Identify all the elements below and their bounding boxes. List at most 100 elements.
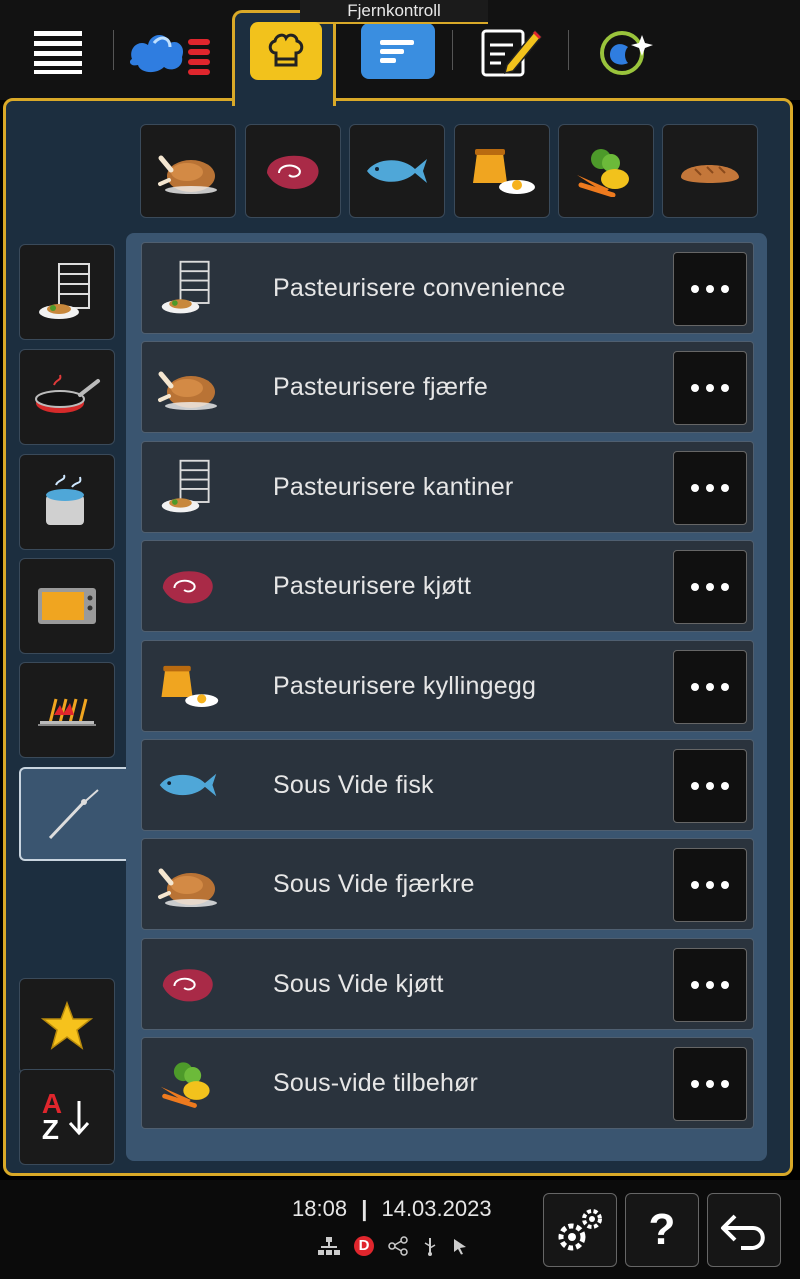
cursor-icon bbox=[454, 1239, 466, 1255]
connected-cooking-button[interactable] bbox=[578, 14, 674, 88]
more-dot-icon bbox=[691, 384, 699, 392]
more-options-button[interactable] bbox=[673, 252, 747, 326]
more-dot-icon bbox=[721, 384, 729, 392]
more-options-button[interactable] bbox=[673, 749, 747, 823]
filter-grill[interactable] bbox=[19, 662, 115, 758]
program-row[interactable]: Sous Vide kjøtt bbox=[141, 938, 754, 1030]
back-button[interactable] bbox=[707, 1193, 781, 1267]
connected-cooking-icon bbox=[600, 31, 653, 75]
filter-pot[interactable] bbox=[19, 454, 115, 550]
menu-button[interactable] bbox=[10, 14, 106, 88]
program-row[interactable]: Pasteurisere kyllingegg bbox=[141, 640, 754, 732]
program-label: Sous Vide fjærkre bbox=[273, 870, 475, 898]
cooking-modes-button[interactable] bbox=[122, 14, 218, 88]
more-options-button[interactable] bbox=[673, 650, 747, 724]
more-dot-icon bbox=[721, 683, 729, 691]
meat-icon bbox=[156, 953, 220, 1015]
more-dot-icon bbox=[721, 881, 729, 889]
vegetables-icon bbox=[577, 149, 629, 197]
program-row[interactable]: Pasteurisere kjøtt bbox=[141, 540, 754, 632]
program-row[interactable]: Sous Vide fjærkre bbox=[141, 838, 754, 930]
program-row[interactable]: Pasteurisere fjærfe bbox=[141, 341, 754, 433]
more-dot-icon bbox=[721, 285, 729, 293]
more-dot-icon bbox=[691, 782, 699, 790]
help-button[interactable]: ? bbox=[625, 1193, 699, 1267]
egg-dessert-icon bbox=[473, 149, 535, 194]
program-row[interactable]: Sous-vide tilbehør bbox=[141, 1037, 754, 1129]
more-dot-icon bbox=[706, 683, 714, 691]
more-dot-icon bbox=[691, 981, 699, 989]
filter-rack-plate[interactable] bbox=[19, 244, 115, 340]
oven-icon bbox=[38, 588, 96, 624]
program-row[interactable]: Pasteurisere kantiner bbox=[141, 441, 754, 533]
sort-az-button[interactable]: A Z bbox=[19, 1069, 115, 1165]
filter-core-probe[interactable] bbox=[19, 767, 127, 861]
settings-button[interactable] bbox=[543, 1193, 617, 1267]
time-text: 18:08 bbox=[292, 1196, 348, 1221]
poultry-icon bbox=[156, 356, 220, 418]
program-row[interactable]: Pasteurisere convenience bbox=[141, 242, 754, 334]
program-row[interactable]: Sous Vide fisk bbox=[141, 739, 754, 831]
program-label: Pasteurisere kantiner bbox=[273, 473, 514, 501]
meat-icon bbox=[267, 155, 319, 189]
favorites-button[interactable] bbox=[19, 978, 115, 1074]
category-poultry[interactable] bbox=[140, 124, 236, 218]
more-options-button[interactable] bbox=[673, 948, 747, 1022]
category-meat[interactable] bbox=[245, 124, 341, 218]
more-dot-icon bbox=[721, 1080, 729, 1088]
rack-plate-icon bbox=[39, 263, 90, 319]
network-icon bbox=[318, 1237, 340, 1255]
more-dot-icon bbox=[706, 1080, 714, 1088]
edit-button[interactable] bbox=[462, 14, 558, 88]
program-label: Sous-vide tilbehør bbox=[273, 1069, 479, 1097]
sort-letter-z: Z bbox=[41, 1114, 59, 1145]
date-text: 14.03.2023 bbox=[381, 1196, 492, 1221]
more-dot-icon bbox=[706, 285, 714, 293]
more-options-button[interactable] bbox=[673, 351, 747, 425]
more-dot-icon bbox=[691, 683, 699, 691]
pot-icon bbox=[46, 474, 84, 525]
usb-icon bbox=[424, 1238, 436, 1256]
category-vegetables[interactable] bbox=[558, 124, 654, 218]
category-fish[interactable] bbox=[349, 124, 445, 218]
gear-icon bbox=[558, 1209, 602, 1251]
category-egg-dessert[interactable] bbox=[454, 124, 550, 218]
more-dot-icon bbox=[706, 583, 714, 591]
more-dot-icon bbox=[706, 981, 714, 989]
core-probe-icon bbox=[48, 789, 99, 840]
program-list-button[interactable] bbox=[350, 14, 446, 88]
filter-oven[interactable] bbox=[19, 558, 115, 654]
more-options-button[interactable] bbox=[673, 550, 747, 624]
more-options-button[interactable] bbox=[673, 451, 747, 525]
filter-pan[interactable] bbox=[19, 349, 115, 445]
more-dot-icon bbox=[721, 484, 729, 492]
more-dot-icon bbox=[691, 881, 699, 889]
dealer-badge: D bbox=[354, 1236, 374, 1256]
poultry-icon bbox=[156, 853, 220, 915]
recipes-button[interactable] bbox=[238, 14, 334, 88]
divider bbox=[568, 30, 569, 70]
category-bread[interactable] bbox=[662, 124, 758, 218]
more-dot-icon bbox=[706, 384, 714, 392]
program-label: Pasteurisere kjøtt bbox=[273, 572, 472, 600]
more-dot-icon bbox=[706, 484, 714, 492]
fish-icon bbox=[367, 159, 427, 183]
program-label: Sous Vide kjøtt bbox=[273, 970, 444, 998]
cooking-modes-icon bbox=[130, 34, 210, 75]
help-icon: ? bbox=[648, 1205, 676, 1254]
program-label: Pasteurisere kyllingegg bbox=[273, 672, 537, 700]
more-dot-icon bbox=[691, 285, 699, 293]
more-dot-icon bbox=[706, 881, 714, 889]
sort-az-icon: A Z bbox=[41, 1090, 62, 1145]
arrow-down-icon bbox=[68, 1101, 90, 1136]
grill-icon bbox=[38, 698, 96, 726]
program-label: Sous Vide fisk bbox=[273, 771, 434, 799]
vegetables-icon bbox=[156, 1052, 220, 1114]
rack-plate-icon bbox=[156, 257, 220, 319]
edit-icon bbox=[481, 29, 543, 77]
time-separator: | bbox=[361, 1196, 368, 1221]
clock: 18:08 | 14.03.2023 bbox=[292, 1196, 492, 1222]
more-options-button[interactable] bbox=[673, 848, 747, 922]
more-options-button[interactable] bbox=[673, 1047, 747, 1121]
divider bbox=[113, 30, 114, 70]
